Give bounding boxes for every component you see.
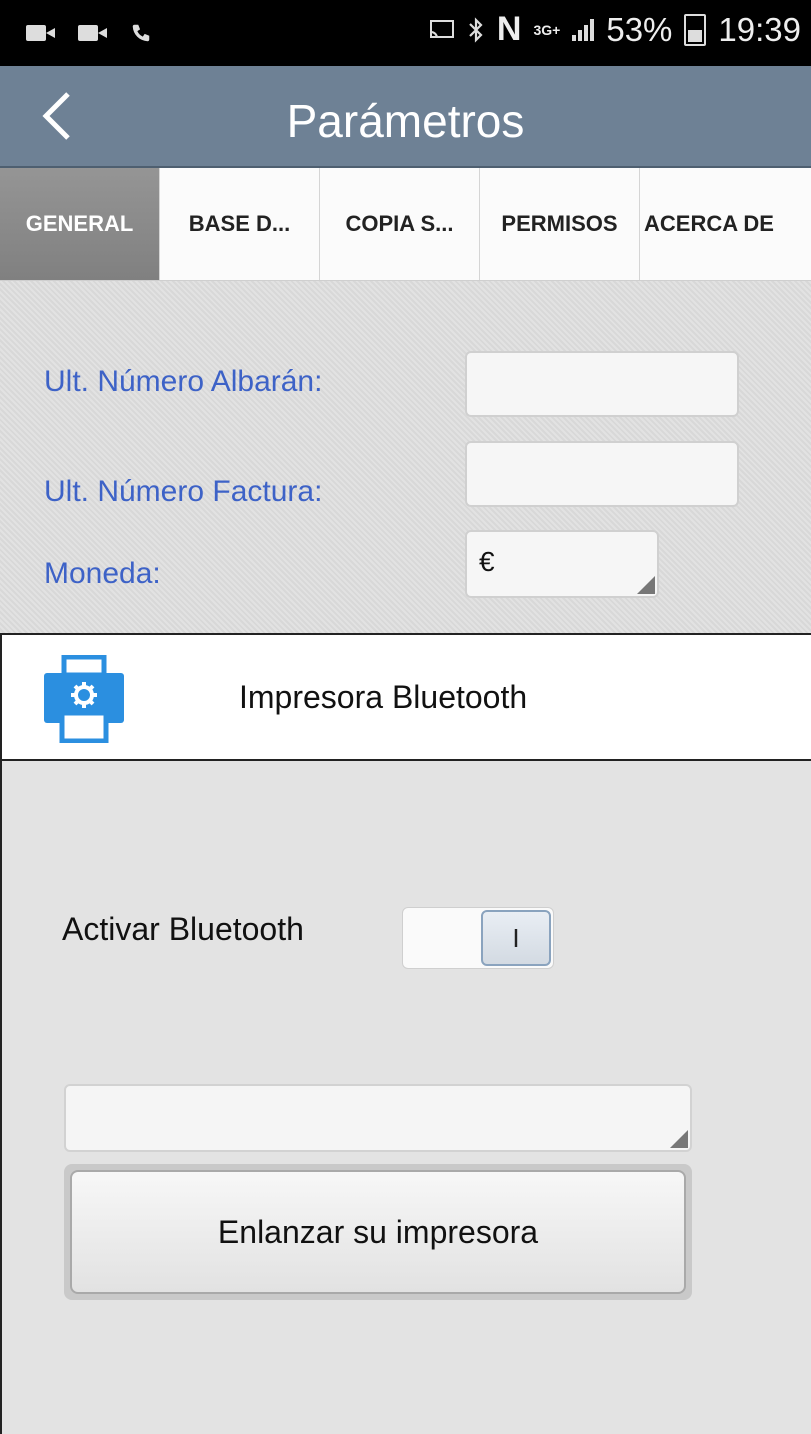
tab-permisos[interactable]: PERMISOS — [480, 168, 640, 280]
dropdown-corner-icon — [670, 1130, 688, 1148]
dropdown-corner-icon — [637, 576, 655, 594]
moneda-label: Moneda: — [44, 557, 161, 590]
activate-bluetooth-label: Activar Bluetooth — [62, 911, 304, 947]
tab-bar: GENERAL BASE D... COPIA S... PERMISOS AC… — [0, 168, 811, 281]
video-icon — [78, 23, 108, 43]
printer-select[interactable] — [64, 1084, 692, 1152]
battery-icon — [684, 13, 707, 46]
link-printer-button-frame: Enlanzar su impresora — [64, 1164, 692, 1300]
video-call-icon — [26, 23, 56, 43]
dialog-title: Impresora Bluetooth — [239, 679, 528, 715]
tab-acerca-de[interactable]: ACERCA DE — [640, 168, 811, 280]
status-bar: N 3G+ 53% 19:39 — [0, 0, 811, 66]
currency-select[interactable]: € — [465, 530, 659, 598]
clock: 19:39 — [718, 10, 801, 48]
bluetooth-toggle[interactable]: I — [402, 907, 554, 969]
currency-value: € — [479, 546, 495, 577]
factura-label: Ult. Número Factura: — [44, 475, 323, 508]
network-type: 3G+ — [533, 21, 561, 38]
signal-icon — [572, 18, 595, 41]
general-form: Ult. Número Albarán: Ult. Número Factura… — [0, 281, 811, 633]
factura-number-input[interactable] — [465, 441, 739, 507]
tab-general[interactable]: GENERAL — [0, 168, 160, 280]
dialog-header: Impresora Bluetooth — [2, 633, 811, 761]
tab-base-datos[interactable]: BASE D... — [160, 168, 320, 280]
phone-icon — [132, 24, 150, 42]
albaran-label: Ult. Número Albarán: — [44, 365, 323, 398]
nfc-icon: N — [496, 10, 522, 48]
link-printer-button[interactable]: Enlanzar su impresora — [70, 1170, 686, 1294]
bluetooth-printer-dialog: Impresora Bluetooth Activar Bluetooth I … — [0, 633, 811, 1434]
tab-copia-seguridad[interactable]: COPIA S... — [320, 168, 480, 280]
toggle-knob: I — [481, 910, 551, 966]
cast-icon — [429, 19, 454, 38]
page-title: Parámetros — [286, 95, 525, 147]
title-bar: Parámetros — [0, 66, 811, 168]
albaran-number-input[interactable] — [465, 351, 739, 417]
battery-percent: 53% — [606, 10, 673, 48]
printer-settings-icon — [44, 655, 124, 743]
bluetooth-icon — [469, 16, 483, 43]
